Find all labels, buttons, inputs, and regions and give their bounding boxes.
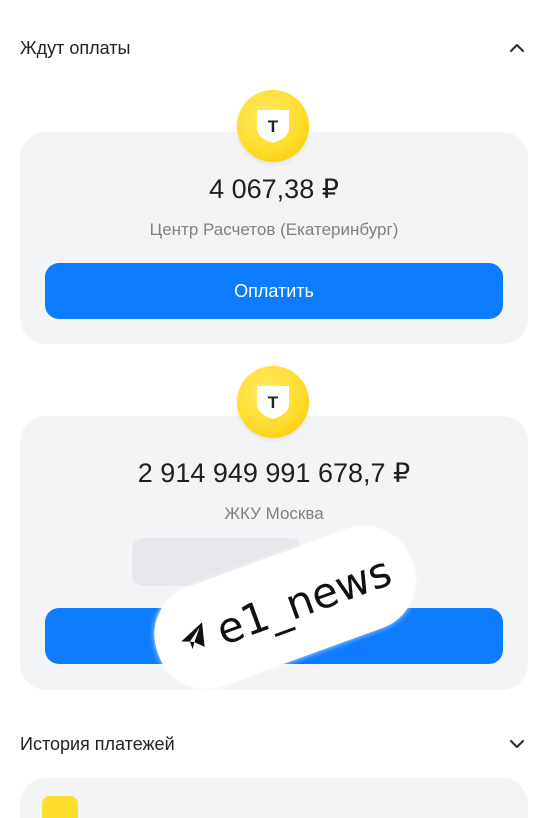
bank-shield-logo-icon: Т — [237, 366, 309, 438]
history-section-header[interactable]: История платежей — [20, 728, 529, 760]
pay-button[interactable]: Оплатить — [45, 263, 503, 319]
section-title: Ждут оплаты — [20, 37, 131, 58]
bank-shield-logo-icon: Т — [237, 90, 309, 162]
section-title: История платежей — [20, 733, 175, 754]
history-item-card[interactable] — [20, 778, 528, 818]
bill-payee: ЖКУ Москва — [224, 504, 324, 523]
pending-section-header[interactable]: Ждут оплаты — [20, 32, 529, 64]
telegram-icon — [175, 619, 215, 662]
bill-card: 4 067,38 ₽ Центр Расчетов (Екатеринбург)… — [20, 132, 528, 344]
bill-amount: 2 914 949 991 678,7 ₽ — [137, 458, 411, 488]
chevron-down-icon[interactable] — [505, 732, 529, 756]
bill-amount: 4 067,38 ₽ — [209, 174, 339, 204]
bill-payee: Центр Расчетов (Екатеринбург) — [149, 220, 399, 239]
chevron-up-icon[interactable] — [505, 36, 529, 60]
bank-shield-logo-icon — [42, 796, 78, 818]
svg-text:Т: Т — [268, 117, 279, 136]
svg-text:Т: Т — [268, 393, 279, 412]
